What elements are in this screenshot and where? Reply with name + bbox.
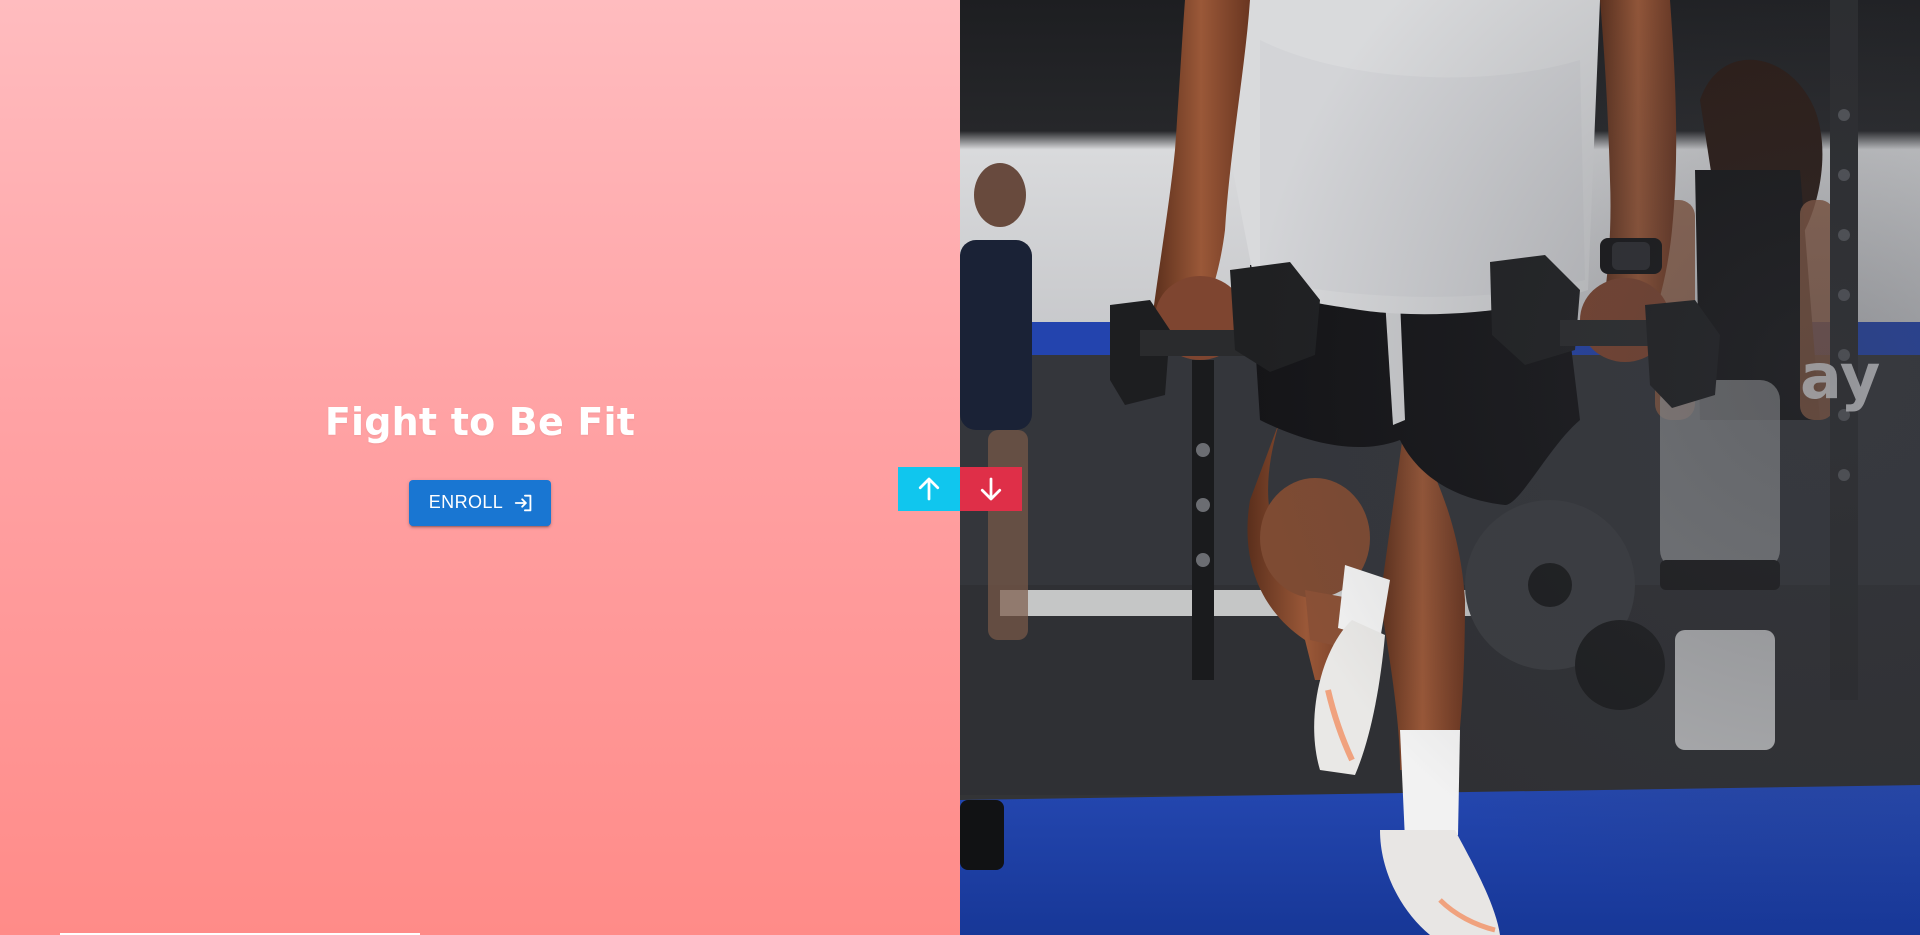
arrow-down-icon [980, 477, 1002, 501]
vertical-split-slider: Fight to Be Fit ENROLL [0, 0, 1920, 935]
gym-dumbbell-lunge-photo: ay [960, 0, 1920, 935]
slide-content-panel: Fight to Be Fit ENROLL [0, 0, 960, 935]
slide-up-button[interactable] [898, 467, 960, 511]
slide-image-panel: ay [960, 0, 1920, 935]
enroll-button-label: ENROLL [428, 492, 504, 512]
slide-title: Fight to Be Fit [324, 399, 636, 444]
arrow-up-icon [918, 477, 940, 501]
slide-down-button[interactable] [960, 467, 1022, 511]
login-icon [513, 492, 535, 514]
enroll-button[interactable]: ENROLL [408, 479, 552, 526]
